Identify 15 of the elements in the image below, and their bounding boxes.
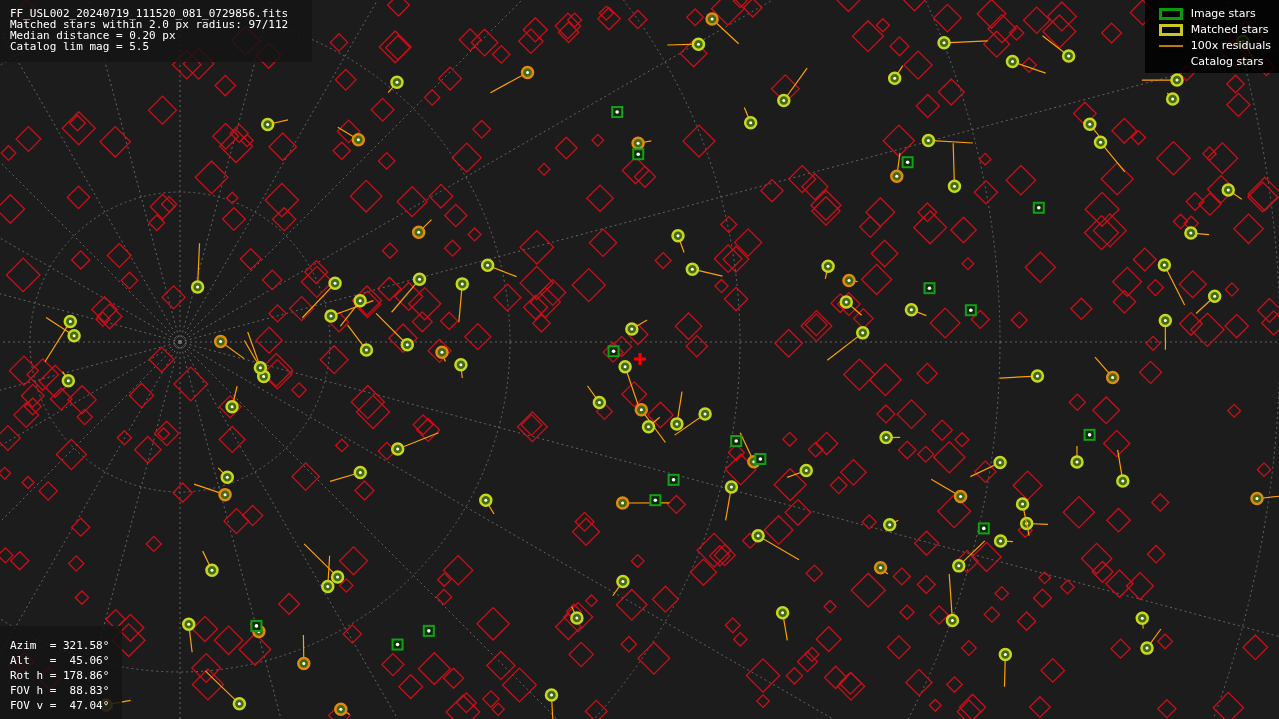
- pointing-text: FOV h = 88.83°: [10, 683, 111, 698]
- pointing-text: Azim = 321.58°: [10, 638, 111, 653]
- legend-label: Catalog stars: [1190, 55, 1264, 68]
- pointing-text: FOV v = 47.04°: [10, 698, 111, 713]
- legend-label: Image stars: [1190, 7, 1256, 20]
- legend-label: 100x residuals: [1190, 39, 1271, 52]
- info-text: Matched stars within 2.0 px radius: 97/112: [10, 19, 290, 30]
- image-star-marker-icon: [1158, 7, 1183, 20]
- pointing-text: Alt = 45.06°: [10, 653, 111, 668]
- info-text: FF_USL002_20240719_111520_081_0729856.fits: [10, 8, 290, 19]
- matched-star-marker-icon: [1158, 23, 1183, 36]
- info-text: Median distance = 0.20 px: [10, 30, 176, 41]
- info-text: Catalog lim mag = 5.5: [10, 41, 151, 52]
- pointing-text: Rot h = 178.86°: [10, 668, 111, 683]
- legend-label: Matched stars: [1190, 23, 1269, 36]
